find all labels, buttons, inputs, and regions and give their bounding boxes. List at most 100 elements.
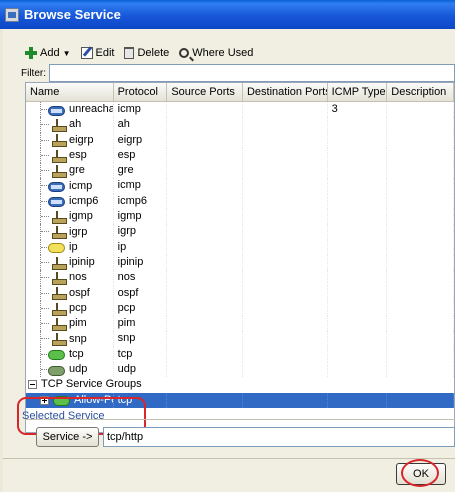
row-name: udp <box>69 363 88 376</box>
icmp-icon <box>48 105 65 116</box>
column-header-source-ports[interactable]: Source Ports <box>167 83 243 102</box>
row-name: ipinip <box>69 256 95 269</box>
dialog-body: Add ▼ Edit Delete Where Used Filter: Nam… <box>3 29 455 492</box>
column-header-protocol[interactable]: Protocol <box>114 83 168 102</box>
row-protocol: esp <box>114 147 168 164</box>
table-row[interactable]: snp snp <box>26 331 454 347</box>
row-name: esp <box>69 149 87 162</box>
row-protocol: tcp <box>114 346 168 363</box>
table-row[interactable]: nos nos <box>26 270 454 286</box>
column-header-name[interactable]: Name <box>26 83 114 102</box>
row-name: igmp <box>69 210 93 223</box>
row-protocol: udp <box>114 362 168 378</box>
button-bar-divider <box>3 458 455 459</box>
protocol-icon <box>48 149 67 163</box>
table-row[interactable]: igmp igmp <box>26 209 454 225</box>
table-row[interactable]: eigrp eigrp <box>26 132 454 148</box>
row-name: icmp6 <box>69 194 99 207</box>
row-protocol: icmp <box>114 102 168 118</box>
ip-icon <box>48 243 65 254</box>
table-row[interactable]: esp esp <box>26 147 454 164</box>
protocol-icon <box>48 333 67 347</box>
protocol-icon <box>48 287 67 301</box>
add-icon <box>25 47 37 59</box>
service-button[interactable]: Service -> <box>36 427 99 447</box>
table-row[interactable]: gre gre <box>26 163 454 179</box>
row-name: Allow-Ports <box>74 393 113 406</box>
table-row[interactable]: ipinip ipinip <box>26 254 454 271</box>
table-row[interactable]: tcp tcp <box>26 346 454 363</box>
tcp-group-icon <box>53 396 70 407</box>
row-name: ospf <box>69 286 90 299</box>
row-protocol: pcp <box>114 300 168 317</box>
collapse-icon[interactable] <box>28 380 37 390</box>
tree-group-row[interactable]: TCP Service Groups <box>26 377 454 392</box>
table-row[interactable]: icmp6 icmp6 <box>26 193 454 210</box>
edit-button-label: Edit <box>95 47 115 59</box>
ok-button[interactable]: OK <box>396 463 446 485</box>
where-used-button[interactable]: Where Used <box>179 47 253 59</box>
table-row[interactable]: unreacha... icmp 3 <box>26 102 454 118</box>
row-protocol: ip <box>114 239 168 255</box>
column-header-description[interactable]: Description <box>387 83 454 102</box>
edit-button[interactable]: Edit <box>80 47 115 59</box>
protocol-icon <box>48 317 67 331</box>
row-name: pim <box>69 317 87 330</box>
dropdown-arrow-icon[interactable]: ▼ <box>63 49 71 58</box>
delete-button-label: Delete <box>137 47 170 59</box>
where-used-button-label: Where Used <box>192 47 254 59</box>
row-name: igrp <box>69 225 88 238</box>
add-button[interactable]: Add ▼ <box>25 47 71 59</box>
service-table: Name Protocol Source Ports Destination P… <box>25 82 455 433</box>
row-protocol: icmp <box>114 178 168 194</box>
trash-icon <box>124 47 135 59</box>
row-protocol: igrp <box>114 224 168 240</box>
row-name: icmp <box>69 179 93 192</box>
table-row[interactable]: ah ah <box>26 117 454 133</box>
row-name: tcp <box>69 347 84 360</box>
protocol-icon <box>48 210 67 224</box>
magnifier-icon <box>179 48 190 58</box>
tcp-icon <box>48 350 65 361</box>
table-row[interactable]: ospf ospf <box>26 285 454 301</box>
table-row[interactable]: udp udp <box>26 362 454 378</box>
column-header-destination-ports[interactable]: Destination Ports <box>243 83 328 102</box>
table-row[interactable]: ip ip <box>26 239 454 255</box>
table-row-selected[interactable]: Allow-Ports tcp <box>26 392 454 408</box>
row-name: ah <box>69 118 82 131</box>
table-row[interactable]: pim pim <box>26 316 454 332</box>
table-row[interactable]: igrp igrp <box>26 224 454 240</box>
row-protocol: pim <box>114 316 168 332</box>
row-name: pcp <box>69 302 87 314</box>
row-icmp-type: 3 <box>328 102 388 118</box>
row-protocol: tcp <box>114 392 168 408</box>
filter-input[interactable] <box>49 64 455 82</box>
delete-button[interactable]: Delete <box>124 47 169 59</box>
udp-icon <box>48 365 65 376</box>
edit-icon <box>80 47 93 59</box>
table-row[interactable]: pcp pcp <box>26 300 454 317</box>
selected-service-field[interactable]: tcp/http <box>103 427 455 447</box>
app-icon <box>5 7 19 22</box>
protocol-icon <box>48 118 67 132</box>
icmp-icon <box>48 197 65 208</box>
selected-service-label: Selected Service <box>22 410 105 422</box>
row-protocol: ah <box>114 117 168 133</box>
add-button-label: Add <box>40 47 60 59</box>
window-titlebar: Browse Service <box>0 0 455 29</box>
row-name: nos <box>69 271 87 284</box>
protocol-icon <box>48 226 67 240</box>
table-row[interactable]: icmp icmp <box>26 178 454 194</box>
protocol-icon <box>48 302 67 316</box>
row-name: snp <box>69 332 87 345</box>
expand-icon[interactable] <box>40 395 49 405</box>
row-protocol: eigrp <box>114 132 168 148</box>
row-name: ip <box>69 240 78 253</box>
window-title: Browse Service <box>24 7 121 22</box>
protocol-icon <box>48 271 67 285</box>
row-protocol: snp <box>114 331 168 347</box>
table-body: unreacha... icmp 3 ah ah eigrp eigrp esp… <box>26 102 454 408</box>
column-header-icmp-type[interactable]: ICMP Type <box>328 83 388 102</box>
row-name: unreacha... <box>69 103 114 116</box>
table-header: Name Protocol Source Ports Destination P… <box>26 83 454 102</box>
